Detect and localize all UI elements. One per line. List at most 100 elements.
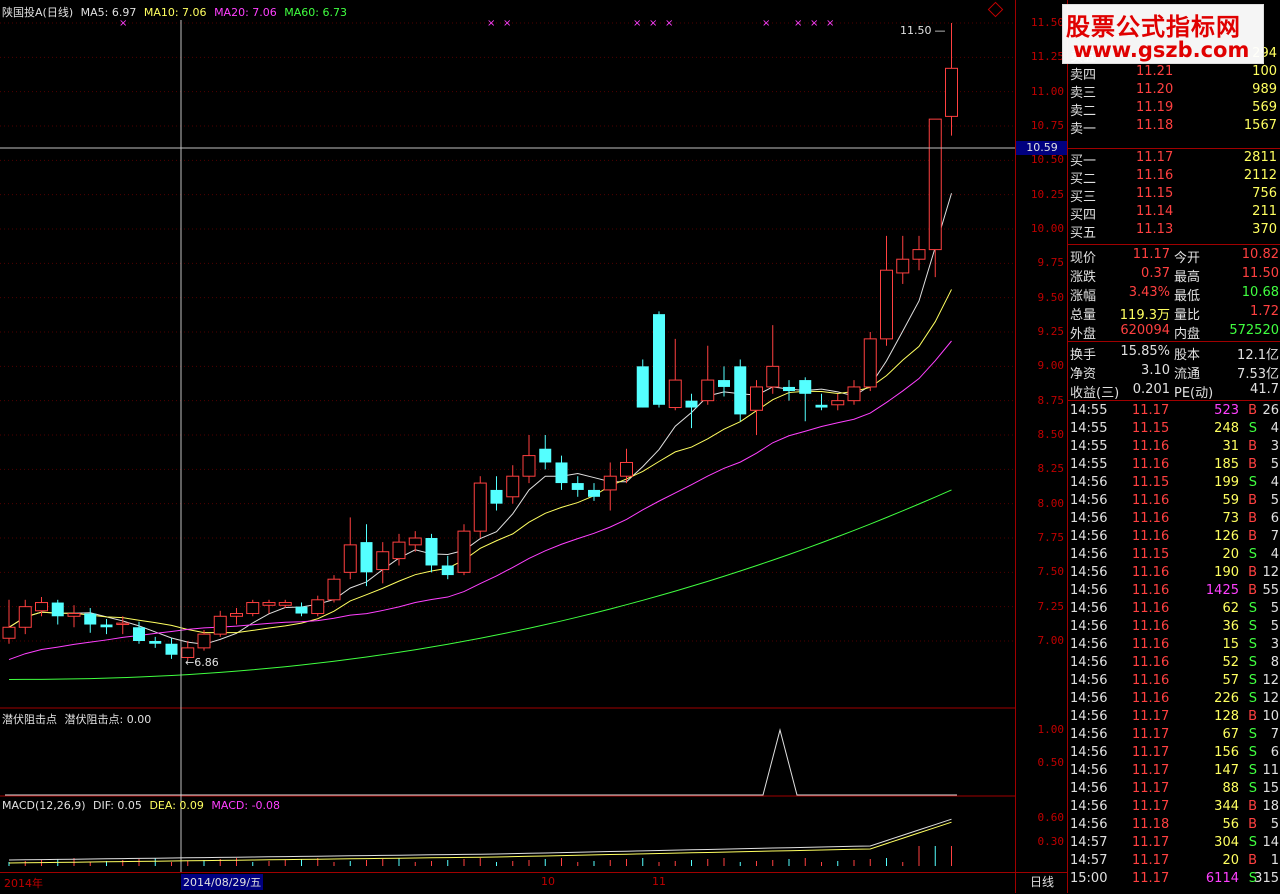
tick-price: 11.15	[1132, 421, 1170, 436]
tick-volume: 185	[1214, 457, 1239, 472]
tick-side: B	[1248, 709, 1257, 724]
quote-label: 今开	[1174, 251, 1201, 266]
candlestick	[408, 531, 422, 552]
tick-time: 14:56	[1070, 583, 1108, 598]
tick-volume: 6114	[1205, 871, 1239, 886]
tick-time: 14:55	[1070, 457, 1108, 472]
tick-count: 315	[1254, 871, 1279, 886]
tick-row: 14:56 11.16 126 B 7	[1068, 528, 1280, 546]
kline-chart-area[interactable]: 陕国投A(日线) MA5: 6.97 MA10: 7.06 MA20: 7.06…	[0, 0, 1015, 893]
bid-label: 买五	[1070, 226, 1097, 241]
candlestick	[571, 476, 584, 497]
quote-value: 11.17	[1132, 247, 1170, 262]
indicator1-header: 潜伏阻击点 潜伏阻击点: 0.00	[2, 711, 151, 727]
candlestick	[425, 533, 438, 573]
tick-price: 11.17	[1132, 745, 1170, 760]
tick-time: 14:56	[1070, 619, 1108, 634]
bid-row: 买一 11.17 2811	[1068, 149, 1280, 169]
tick-volume: 20	[1222, 853, 1239, 868]
tick-side: S	[1248, 475, 1257, 490]
tick-price: 11.15	[1132, 547, 1170, 562]
price-axis-tick: 9.75	[1037, 256, 1065, 270]
tick-volume: 126	[1214, 529, 1239, 544]
tick-row: 14:56 11.16 52 S 8	[1068, 654, 1280, 672]
fund-value: 41.7	[1250, 382, 1279, 397]
price-axis-tick: 8.75	[1037, 393, 1065, 407]
fund-value: 3.10	[1141, 363, 1170, 378]
candlestick	[100, 619, 113, 635]
signal-marker: ×	[762, 18, 770, 29]
indicator1-tick-1: 1.00	[1037, 723, 1065, 736]
tick-volume: 190	[1214, 565, 1239, 580]
ask-price: 11.19	[1136, 100, 1174, 115]
tick-price: 11.16	[1132, 691, 1170, 706]
candlestick	[847, 380, 861, 405]
tick-time: 14:55	[1070, 439, 1108, 454]
bid-price: 11.15	[1136, 186, 1174, 201]
tick-time: 14:56	[1070, 745, 1108, 760]
tick-row: 14:56 11.16 1425 B 55	[1068, 582, 1280, 600]
tick-count: 5	[1270, 493, 1279, 508]
tick-side: B	[1248, 493, 1257, 508]
ask-volume: 989	[1252, 82, 1277, 97]
tick-side: S	[1248, 601, 1257, 616]
price-axis-tick: 9.25	[1037, 325, 1065, 338]
price-axis-tick: 10.50	[1030, 153, 1064, 167]
candlestick	[441, 555, 454, 580]
tick-count: 5	[1270, 601, 1279, 616]
signal-marker: ×	[119, 18, 127, 29]
crosshair-price-label: 10.59	[1016, 141, 1068, 155]
tick-volume: 147	[1214, 763, 1239, 778]
tick-count: 12	[1262, 691, 1279, 706]
price-axis-tick: 7.00	[1037, 634, 1065, 647]
candlestick	[213, 610, 227, 637]
tick-count: 3	[1270, 439, 1279, 454]
macd-tick-2: 0.30	[1037, 835, 1065, 848]
tick-row: 14:56 11.16 15 S 3	[1068, 636, 1280, 654]
tick-count: 55	[1262, 583, 1279, 598]
tick-count: 4	[1270, 475, 1279, 490]
tick-row: 14:57 11.17 304 S 14	[1068, 834, 1280, 852]
candlestick	[522, 435, 536, 484]
watermark-url: www.gszb.com	[1073, 38, 1250, 62]
tick-side: S	[1248, 763, 1257, 778]
tick-count: 26	[1262, 403, 1279, 418]
period-button[interactable]: 日线	[1016, 872, 1068, 894]
tick-side: S	[1248, 547, 1257, 562]
watermark-logo: 股票公式指标网 www.gszb.com	[1062, 4, 1264, 64]
tick-price: 11.16	[1132, 565, 1170, 580]
tick-row: 14:56 11.15 20 S 4	[1068, 546, 1280, 564]
low-annotation: ←6.86	[185, 656, 219, 669]
price-axis-tick: 11.50	[1030, 16, 1064, 29]
tick-price: 11.16	[1132, 493, 1170, 508]
tick-volume: 199	[1214, 475, 1239, 490]
candlestick	[165, 638, 178, 659]
dif-line	[8, 818, 952, 861]
ask-volume: 1567	[1243, 118, 1277, 133]
tick-side: B	[1248, 853, 1257, 868]
tick-time: 14:56	[1070, 673, 1108, 688]
tick-price: 11.17	[1132, 709, 1170, 724]
tick-price: 11.16	[1132, 583, 1170, 598]
candlestick	[603, 462, 617, 511]
candlestick	[863, 332, 877, 392]
price-axis: 11.50 11.25 11.00 10.75 10.50 10.25 10.00 9.75 9…	[1015, 0, 1068, 893]
quote-value: 0.37	[1141, 266, 1170, 281]
ask-volume: 100	[1252, 64, 1277, 79]
tick-count: 12	[1262, 673, 1279, 688]
watermark-title: 股票公式指标网	[1066, 13, 1241, 41]
fund-label: 流通	[1174, 367, 1201, 382]
tick-row: 14:56 11.16 226 S 12	[1068, 690, 1280, 708]
tick-price: 11.17	[1132, 403, 1170, 418]
bid-volume: 2811	[1243, 150, 1277, 165]
tick-volume: 15	[1222, 637, 1239, 652]
candlestick	[295, 602, 308, 617]
tick-time: 14:56	[1070, 655, 1108, 670]
tick-side: B	[1248, 529, 1257, 544]
candlestick	[653, 311, 665, 408]
ask-row: 卖一 11.18 1567	[1068, 117, 1280, 137]
signal-marker: ×	[665, 18, 673, 29]
quote-label: 总量	[1070, 308, 1097, 323]
quote-label: 最高	[1174, 270, 1201, 285]
candlestick	[360, 524, 373, 587]
